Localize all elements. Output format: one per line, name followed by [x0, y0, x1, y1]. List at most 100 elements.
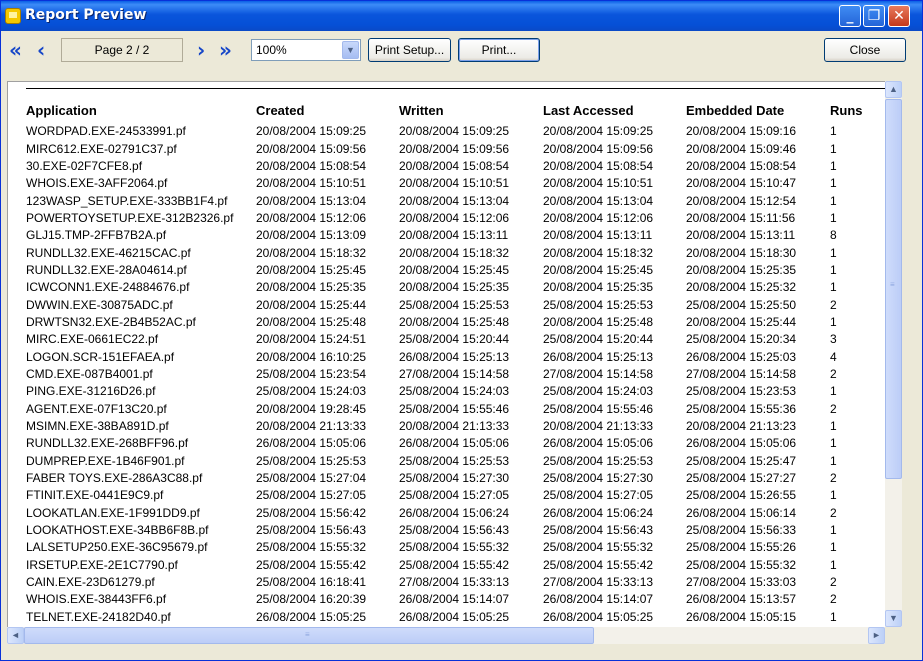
cell-written: 25/08/2004 15:20:44 — [399, 332, 510, 347]
cell-written: 27/08/2004 15:14:58 — [399, 366, 510, 381]
maximize-button[interactable]: ❐ — [863, 5, 885, 27]
window-close-button[interactable]: ✕ — [888, 5, 910, 27]
cell-last-accessed: 20/08/2004 15:08:54 — [543, 158, 654, 173]
cell-application: 123WASP_SETUP.EXE-333BB1F4.pf — [26, 193, 228, 208]
vertical-scroll-thumb[interactable]: ≡ — [885, 99, 902, 479]
cell-created: 25/08/2004 16:18:41 — [256, 575, 367, 590]
cell-application: RUNDLL32.EXE-28A04614.pf — [26, 262, 187, 277]
cell-application: GLJ15.TMP-2FFB7B2A.pf — [26, 228, 167, 243]
cell-written: 27/08/2004 15:33:13 — [399, 575, 510, 590]
table-row: FABER TOYS.EXE-286A3C88.pf 25/08/2004 15:… — [26, 470, 880, 487]
cell-last-accessed: 25/08/2004 15:24:03 — [543, 384, 654, 399]
col-written: Written — [399, 103, 444, 118]
horizontal-scroll-thumb[interactable]: ≡ — [24, 627, 594, 644]
table-row: MIRC.EXE-0661EC22.pf 20/08/2004 15:24:51 2… — [26, 331, 880, 348]
cell-last-accessed: 26/08/2004 15:05:25 — [543, 609, 654, 624]
horizontal-scrollbar[interactable]: ◄ ≡ ► — [7, 627, 885, 644]
cell-runs: 1 — [830, 557, 837, 572]
first-page-icon[interactable]: « — [9, 40, 22, 60]
grip-icon: ≡ — [890, 280, 895, 289]
previous-page-icon[interactable]: ‹ — [37, 40, 45, 60]
cell-runs: 1 — [830, 436, 837, 451]
app-icon[interactable] — [5, 8, 21, 24]
minimize-button[interactable]: _ — [839, 5, 861, 27]
cell-last-accessed: 25/08/2004 15:56:43 — [543, 523, 654, 538]
cell-written: 25/08/2004 15:55:32 — [399, 540, 510, 555]
close-button[interactable]: Close — [824, 38, 906, 62]
cell-embedded-date: 20/08/2004 15:11:56 — [686, 210, 796, 225]
table-row: LOOKATLAN.EXE-1F991DD9.pf 25/08/2004 15:5… — [26, 505, 880, 522]
cell-written: 26/08/2004 15:25:13 — [399, 349, 510, 364]
title-bar[interactable]: Report Preview _ ❐ ✕ — [1, 1, 922, 31]
cell-application: LALSETUP250.EXE-36C95679.pf — [26, 540, 208, 555]
next-page-icon[interactable]: › — [197, 40, 205, 60]
cell-runs: 2 — [830, 471, 837, 486]
cell-application: DUMPREP.EXE-1B46F901.pf — [26, 453, 185, 468]
cell-embedded-date: 25/08/2004 15:23:53 — [686, 384, 797, 399]
cell-application: TELNET.EXE-24182D40.pf — [26, 609, 171, 624]
cell-runs: 1 — [830, 523, 837, 538]
cell-embedded-date: 20/08/2004 15:10:47 — [686, 176, 797, 191]
cell-application: WHOIS.EXE-3AFF2064.pf — [26, 176, 168, 191]
table-row: DRWTSN32.EXE-2B4B52AC.pf 20/08/2004 15:25… — [26, 314, 880, 331]
cell-created: 25/08/2004 15:23:54 — [256, 366, 367, 381]
table-row: WORDPAD.EXE-24533991.pf 20/08/2004 15:09:… — [26, 123, 880, 140]
print-setup-button[interactable]: Print Setup... — [368, 38, 451, 62]
cell-last-accessed: 20/08/2004 21:13:33 — [543, 419, 654, 434]
cell-created: 20/08/2004 15:13:09 — [256, 228, 367, 243]
cell-application: CMD.EXE-087B4001.pf — [26, 366, 153, 381]
cell-created: 25/08/2004 15:24:03 — [256, 384, 367, 399]
cell-created: 25/08/2004 15:56:43 — [256, 523, 367, 538]
cell-runs: 1 — [830, 609, 837, 624]
table-row: RUNDLL32.EXE-46215CAC.pf 20/08/2004 15:18… — [26, 244, 880, 261]
cell-last-accessed: 25/08/2004 15:55:46 — [543, 401, 654, 416]
cell-created: 25/08/2004 15:55:32 — [256, 540, 367, 555]
cell-embedded-date: 25/08/2004 15:27:27 — [686, 471, 797, 486]
chevron-down-icon[interactable]: ▼ — [342, 41, 359, 59]
vertical-scrollbar[interactable]: ▲ ≡ ▼ — [885, 81, 902, 627]
cell-written: 25/08/2004 15:24:03 — [399, 384, 510, 399]
page-indicator: Page 2 / 2 — [61, 38, 183, 62]
cell-application: FABER TOYS.EXE-286A3C88.pf — [26, 471, 203, 486]
scroll-down-icon[interactable]: ▼ — [885, 610, 902, 627]
report-preview-window: Report Preview _ ❐ ✕ « ‹ Page 2 / 2 › » … — [0, 0, 923, 661]
cell-runs: 1 — [830, 141, 837, 156]
cell-last-accessed: 25/08/2004 15:27:30 — [543, 471, 654, 486]
table-row: TELNET.EXE-24182D40.pf 26/08/2004 15:05:2… — [26, 609, 880, 626]
cell-embedded-date: 25/08/2004 15:55:26 — [686, 540, 797, 555]
zoom-value: 100% — [256, 43, 287, 57]
table-row: WHOIS.EXE-38443FF6.pf 25/08/2004 16:20:39… — [26, 591, 880, 608]
cell-written: 20/08/2004 15:12:06 — [399, 210, 510, 225]
scrollbar-corner — [885, 627, 902, 644]
cell-written: 25/08/2004 15:56:43 — [399, 523, 510, 538]
cell-embedded-date: 25/08/2004 15:55:36 — [686, 401, 797, 416]
table-row: PING.EXE-31216D26.pf 25/08/2004 15:24:03 2… — [26, 383, 880, 400]
table-row: ICWCONN1.EXE-24884676.pf 20/08/2004 15:25… — [26, 279, 880, 296]
scroll-up-icon[interactable]: ▲ — [885, 81, 902, 98]
cell-embedded-date: 25/08/2004 15:20:34 — [686, 332, 797, 347]
cell-runs: 1 — [830, 384, 837, 399]
cell-created: 25/08/2004 15:25:53 — [256, 453, 367, 468]
cell-created: 20/08/2004 15:08:54 — [256, 158, 367, 173]
table-row: GLJ15.TMP-2FFB7B2A.pf 20/08/2004 15:13:09… — [26, 227, 880, 244]
cell-written: 26/08/2004 15:05:25 — [399, 609, 510, 624]
cell-last-accessed: 20/08/2004 15:13:04 — [543, 193, 654, 208]
cell-runs: 2 — [830, 575, 837, 590]
cell-runs: 3 — [830, 332, 837, 347]
table-row: MSIMN.EXE-38BA891D.pf 20/08/2004 21:13:33… — [26, 418, 880, 435]
cell-embedded-date: 25/08/2004 15:25:47 — [686, 453, 797, 468]
cell-runs: 1 — [830, 453, 837, 468]
cell-written: 25/08/2004 15:25:53 — [399, 297, 510, 312]
cell-last-accessed: 20/08/2004 15:25:45 — [543, 262, 654, 277]
cell-embedded-date: 20/08/2004 15:13:11 — [686, 228, 796, 243]
scroll-right-icon[interactable]: ► — [868, 627, 885, 644]
table-row: 123WASP_SETUP.EXE-333BB1F4.pf 20/08/2004 … — [26, 192, 880, 209]
last-page-icon[interactable]: » — [219, 40, 232, 60]
cell-runs: 1 — [830, 124, 837, 139]
cell-embedded-date: 26/08/2004 15:06:14 — [686, 505, 797, 520]
zoom-select[interactable]: 100% ▼ — [251, 39, 361, 61]
scroll-left-icon[interactable]: ◄ — [7, 627, 24, 644]
grip-icon: ≡ — [305, 630, 310, 639]
window-title: Report Preview — [25, 7, 147, 23]
print-button[interactable]: Print... — [458, 38, 540, 62]
